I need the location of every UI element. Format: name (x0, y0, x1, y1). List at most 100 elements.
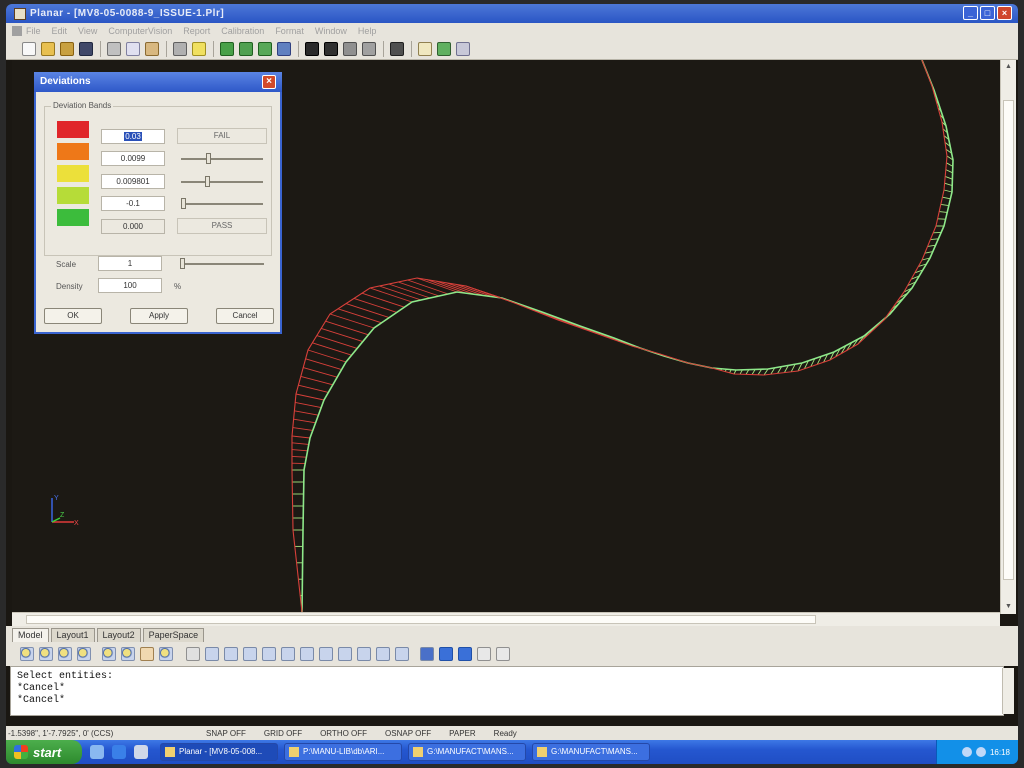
open-file-icon[interactable] (60, 41, 74, 56)
view-top-icon[interactable] (205, 647, 219, 661)
close-button[interactable]: × (997, 6, 1012, 20)
menu-report[interactable]: Report (183, 26, 210, 36)
report-table-icon[interactable] (220, 41, 234, 56)
report-export-icon[interactable] (239, 41, 253, 56)
menu-help[interactable]: Help (358, 26, 377, 36)
view-camera-icon[interactable] (395, 647, 409, 661)
view-front-icon[interactable] (281, 647, 295, 661)
band-color-fail[interactable] (57, 121, 89, 138)
maximize-button[interactable]: □ (980, 6, 995, 20)
window-title-bar[interactable]: Planar - [MV8-05-0088-9_ISSUE-1.Plr] _ □… (6, 4, 1018, 23)
band-slider-knob[interactable] (206, 153, 211, 164)
density-field[interactable]: 100 (98, 278, 162, 293)
view-nw-iso-icon[interactable] (376, 647, 390, 661)
cut-icon[interactable] (107, 41, 121, 56)
band-slider-knob[interactable] (205, 176, 210, 187)
orbit-icon[interactable] (477, 647, 491, 661)
ok-button[interactable]: OK (44, 308, 102, 324)
zoom-window-icon[interactable] (39, 647, 53, 661)
fixture-icon[interactable] (362, 41, 376, 56)
camera-icon[interactable] (390, 41, 404, 56)
apply-button[interactable]: Apply (130, 308, 188, 324)
paper-toggle[interactable]: PAPER (449, 729, 476, 738)
menu-calibration[interactable]: Calibration (221, 26, 264, 36)
quick-launch-explorer-icon[interactable] (90, 745, 104, 759)
grid-toggle[interactable]: GRID OFF (264, 729, 302, 738)
band-value-field[interactable]: 0.03 (101, 129, 165, 144)
osnap-toggle[interactable]: OSNAP OFF (385, 729, 431, 738)
view-left-icon[interactable] (243, 647, 257, 661)
shade-solid-icon[interactable] (439, 647, 453, 661)
menu-file[interactable]: File (26, 26, 41, 36)
ortho-toggle[interactable]: ORTHO OFF (320, 729, 367, 738)
command-scrollbar[interactable] (1002, 668, 1014, 714)
band-color-pass[interactable] (57, 209, 89, 226)
report-import-icon[interactable] (258, 41, 272, 56)
scroll-down-icon[interactable]: ▼ (1001, 600, 1016, 614)
taskbar-item-manu-lib[interactable]: P:\MANU-LIB\db\ARI... (284, 743, 402, 761)
menu-format[interactable]: Format (275, 26, 304, 36)
settings-icon[interactable] (456, 41, 470, 56)
tab-layout2[interactable]: Layout2 (96, 628, 141, 642)
band-color-yellow[interactable] (57, 165, 89, 182)
network-icon[interactable] (961, 747, 972, 757)
redraw-icon[interactable] (186, 647, 200, 661)
snap-toggle[interactable]: SNAP OFF (206, 729, 246, 738)
taskbar-item-manufact[interactable]: G:\MANUFACT\MANS... (408, 743, 526, 761)
probe-icon[interactable] (343, 41, 357, 56)
tab-layout1[interactable]: Layout1 (50, 628, 95, 642)
band-slider[interactable] (181, 151, 263, 166)
document-icon[interactable] (12, 25, 22, 36)
wireframe-icon[interactable] (496, 647, 510, 661)
view-ne-iso-icon[interactable] (357, 647, 371, 661)
horizontal-scrollbar[interactable] (12, 612, 1000, 626)
zoom-out-icon[interactable] (121, 647, 135, 661)
band-slider[interactable] (181, 174, 263, 189)
tab-model[interactable]: Model (12, 628, 49, 642)
zoom-dynamic-icon[interactable] (58, 647, 72, 661)
align-icon[interactable] (277, 41, 291, 56)
band-color-orange[interactable] (57, 143, 89, 160)
tab-paperspace[interactable]: PaperSpace (142, 628, 205, 642)
scale-slider-knob[interactable] (180, 258, 185, 269)
layer-icon[interactable] (418, 41, 432, 56)
band-value-field[interactable]: -0.1 (101, 196, 165, 211)
vertical-scroll-thumb[interactable] (1003, 100, 1014, 580)
scale-field[interactable]: 1 (98, 256, 162, 271)
band-slider[interactable] (181, 196, 263, 211)
zoom-realtime-icon[interactable] (20, 647, 34, 661)
view-sw-iso-icon[interactable] (319, 647, 333, 661)
band-value-field[interactable]: 0.0099 (101, 151, 165, 166)
paste-icon[interactable] (145, 41, 159, 56)
print-icon[interactable] (173, 41, 187, 56)
menu-window[interactable]: Window (315, 26, 347, 36)
volume-icon[interactable] (975, 747, 986, 757)
minimize-button[interactable]: _ (963, 6, 978, 20)
taskbar-item-planar[interactable]: Planar - [MV8-05-008... (160, 743, 278, 761)
menu-view[interactable]: View (78, 26, 97, 36)
dialog-close-button[interactable]: × (262, 75, 276, 89)
points-icon[interactable] (305, 41, 319, 56)
taskbar-item-manufact-2[interactable]: G:\MANUFACT\MANS... (532, 743, 650, 761)
quick-launch-desktop-icon[interactable] (134, 745, 148, 759)
scale-slider[interactable] (180, 256, 264, 271)
shade-edges-icon[interactable] (458, 647, 472, 661)
start-button[interactable]: start (6, 740, 82, 764)
dialog-title[interactable]: Deviations (34, 72, 282, 92)
view-right-icon[interactable] (262, 647, 276, 661)
band-color-lime[interactable] (57, 187, 89, 204)
view-bottom-icon[interactable] (224, 647, 238, 661)
shade-icon[interactable] (420, 647, 434, 661)
zoom-scale-icon[interactable] (77, 647, 91, 661)
scroll-up-icon[interactable]: ▲ (1001, 60, 1016, 74)
copy-icon[interactable] (126, 41, 140, 56)
view-se-iso-icon[interactable] (338, 647, 352, 661)
band-slider-knob[interactable] (181, 198, 186, 209)
menu-computervision[interactable]: ComputerVision (108, 26, 172, 36)
deviation-icon[interactable] (437, 41, 451, 56)
menu-edit[interactable]: Edit (52, 26, 68, 36)
cancel-button[interactable]: Cancel (216, 308, 274, 324)
zoom-in-icon[interactable] (102, 647, 116, 661)
save-icon[interactable] (79, 41, 93, 56)
band-value-field[interactable]: 0.009801 (101, 174, 165, 189)
